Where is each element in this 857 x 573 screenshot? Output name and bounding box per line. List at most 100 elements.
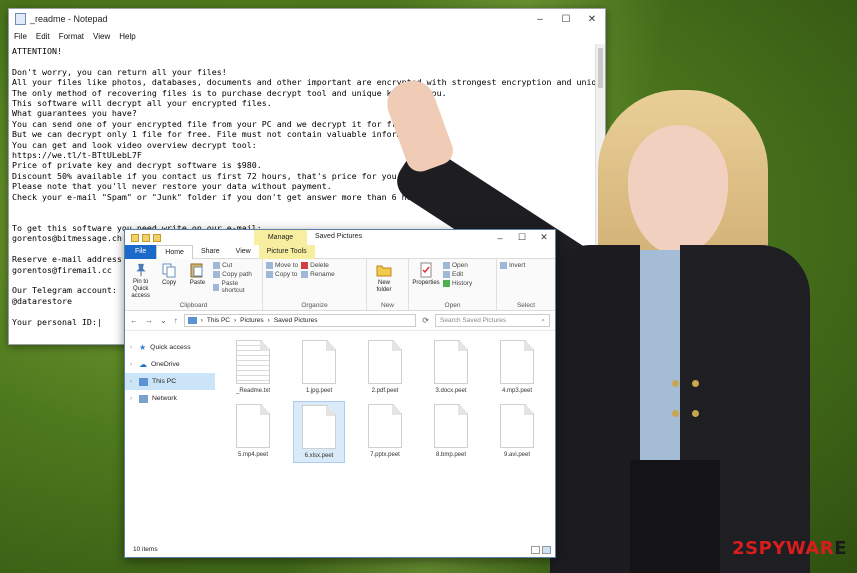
explorer-titlebar[interactable]: Manage Saved Pictures – ☐ ✕ (125, 230, 555, 245)
new-group-label: New (380, 302, 394, 309)
maximize-button[interactable]: ☐ (553, 9, 579, 29)
open-group-label: Open (444, 302, 461, 309)
manage-tab[interactable]: Manage (254, 230, 307, 245)
blank-file-icon (302, 405, 336, 449)
rename-icon (301, 271, 309, 278)
close-button[interactable]: ✕ (533, 230, 555, 245)
rename-button[interactable]: Rename (301, 271, 335, 278)
select-group-label: Select (516, 302, 536, 309)
file-item[interactable]: 6.xlsx.peet (293, 401, 345, 463)
large-icons-view-icon[interactable] (542, 545, 551, 554)
cut-button[interactable]: Cut (213, 262, 259, 269)
invert-selection-button[interactable]: Invert (500, 262, 525, 269)
notepad-titlebar[interactable]: _readme - Notepad – ☐ ✕ (9, 9, 605, 29)
copy-icon (162, 263, 176, 278)
expand-arrow-icon[interactable]: › (130, 396, 135, 402)
tab-view[interactable]: View (228, 245, 259, 259)
file-item[interactable]: 5.mp4.peet (227, 401, 279, 463)
history-button[interactable]: History (443, 280, 472, 287)
history-icon (443, 280, 450, 287)
minimize-button[interactable]: – (489, 230, 511, 245)
breadcrumb-this-pc[interactable]: This PC (207, 317, 230, 324)
blank-file-icon (434, 340, 468, 384)
breadcrumb-sep: › (200, 317, 203, 324)
properties-icon[interactable] (142, 233, 150, 242)
close-button[interactable]: ✕ (579, 9, 605, 29)
move-to-button[interactable]: Move to (266, 262, 298, 269)
notepad-menubar: File Edit Format View Help (9, 29, 605, 43)
file-item[interactable]: 9.avi.peet (491, 401, 543, 463)
new-folder-icon[interactable] (153, 233, 161, 242)
menu-format[interactable]: Format (59, 32, 84, 41)
paste-shortcut-button[interactable]: Paste shortcut (213, 280, 259, 294)
expand-arrow-icon[interactable]: › (130, 345, 135, 351)
this-pc-icon (187, 317, 197, 324)
copy-button[interactable]: Copy (156, 262, 181, 300)
menu-view[interactable]: View (93, 32, 110, 41)
copy-path-icon (213, 271, 221, 278)
nav-network[interactable]: › Network (125, 390, 215, 407)
menu-edit[interactable]: Edit (36, 32, 50, 41)
folder-icon (376, 265, 392, 277)
maximize-button[interactable]: ☐ (511, 230, 533, 245)
breadcrumb-pictures[interactable]: Pictures (240, 317, 263, 324)
file-item[interactable]: 1.jpg.peet (293, 337, 345, 399)
clipboard-group-label: Clipboard (179, 302, 208, 309)
address-bar[interactable]: › This PC › Pictures › Saved Pictures (183, 314, 417, 327)
delete-button[interactable]: Delete (301, 262, 335, 269)
edit-button[interactable]: Edit (443, 271, 472, 278)
jacket-button (672, 380, 679, 387)
edit-icon (443, 271, 450, 278)
paste-button[interactable]: Paste (185, 262, 210, 300)
tab-home[interactable]: Home (156, 244, 193, 259)
file-item[interactable]: _Readme.txt (227, 337, 279, 399)
file-item[interactable]: 7.pptx.peet (359, 401, 411, 463)
move-to-icon (266, 262, 273, 269)
ribbon: Pin to Quick access Copy Paste Cut Copy … (125, 259, 555, 311)
address-row: ← → ⌄ ↑ › This PC › Pictures › Saved Pic… (125, 311, 555, 331)
file-item[interactable]: 3.docx.peet (425, 337, 477, 399)
menu-file[interactable]: File (14, 32, 27, 41)
notepad-title: _readme - Notepad (30, 14, 108, 24)
select-group: Invert Select (497, 259, 555, 310)
nav-this-pc[interactable]: › This PC (125, 373, 215, 390)
explorer-title: Saved Pictures (315, 233, 363, 240)
file-item[interactable]: 8.bmp.peet (425, 401, 477, 463)
cut-icon (213, 262, 221, 269)
nav-quick-access[interactable]: › ★ Quick access (125, 339, 215, 356)
quick-access-toolbar (125, 233, 161, 242)
pin-quick-access-button[interactable]: Pin to Quick access (128, 262, 153, 300)
file-list: _Readme.txt 1.jpg.peet 2.pdf.peet 3.docx… (217, 331, 555, 542)
copy-path-button[interactable]: Copy path (213, 271, 259, 278)
forward-arrow-icon[interactable]: → (145, 316, 153, 325)
back-arrow-icon[interactable]: ← (130, 316, 138, 325)
details-view-icon[interactable] (531, 545, 540, 554)
menu-help[interactable]: Help (119, 32, 135, 41)
recent-chevron-icon[interactable]: ⌄ (160, 316, 167, 325)
cloud-icon: ☁ (139, 360, 147, 369)
clipboard-group: Pin to Quick access Copy Paste Cut Copy … (125, 259, 263, 310)
copy-to-button[interactable]: Copy to (266, 271, 298, 278)
up-arrow-icon[interactable]: ↑ (174, 316, 178, 325)
properties-icon (420, 262, 432, 278)
blank-file-icon (368, 404, 402, 448)
file-item[interactable]: 4.mp3.peet (491, 337, 543, 399)
refresh-icon[interactable]: ⟳ (422, 316, 429, 325)
open-button[interactable]: Open (443, 262, 472, 269)
paste-shortcut-icon (213, 283, 220, 291)
properties-button[interactable]: Properties (412, 262, 440, 300)
expand-arrow-icon[interactable]: › (130, 362, 135, 368)
tab-share[interactable]: Share (193, 245, 228, 259)
expand-arrow-icon[interactable]: › (130, 379, 135, 385)
nav-onedrive[interactable]: › ☁ OneDrive (125, 356, 215, 373)
new-folder-button[interactable]: New folder (370, 262, 398, 300)
folder-icon (131, 233, 139, 242)
explorer-window[interactable]: Manage Saved Pictures – ☐ ✕ File Home Sh… (124, 229, 556, 558)
minimize-button[interactable]: – (527, 9, 553, 29)
search-input[interactable]: Search Saved Pictures ⌕ (435, 314, 550, 327)
tab-picture-tools[interactable]: Picture Tools (258, 244, 315, 259)
file-item[interactable]: 2.pdf.peet (359, 337, 411, 399)
tab-file[interactable]: File (125, 244, 157, 259)
jacket-button (672, 410, 679, 417)
breadcrumb-saved-pictures[interactable]: Saved Pictures (274, 317, 318, 324)
